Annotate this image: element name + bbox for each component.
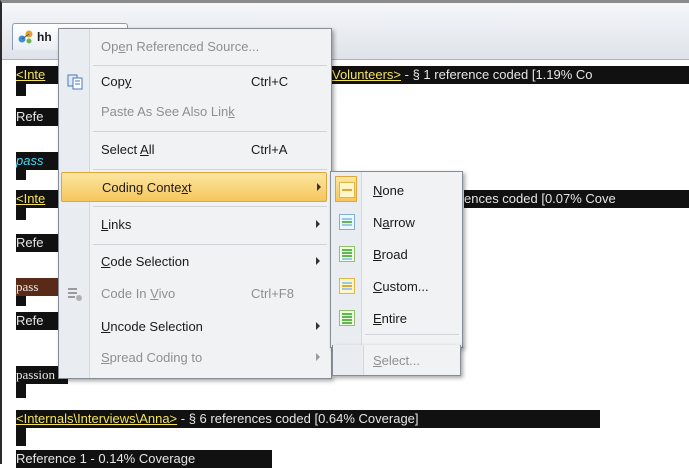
spacer-block [16, 170, 26, 180]
copy-icon [67, 74, 83, 90]
menu-item-label: Links [101, 217, 132, 232]
source-header-row: Volunteers> - § 1 reference coded [1.19%… [332, 66, 689, 84]
context-custom-icon [339, 278, 355, 294]
menu-separator [93, 244, 327, 245]
source-header-fragment: <Inte [16, 190, 60, 208]
submenu-arrow-icon [316, 353, 320, 361]
passage-text: passion [16, 367, 55, 382]
coding-summary: ences coded [0.07% Cove [464, 191, 616, 206]
menu-separator [93, 206, 327, 207]
reference-text: Refe [16, 235, 44, 250]
passage-fragment: pass [16, 278, 60, 296]
menu-item-shortcut: Ctrl+C [251, 74, 289, 89]
reference-text: Refe [16, 313, 44, 328]
context-narrow-icon [339, 214, 355, 230]
context-none-icon [339, 182, 355, 198]
context-broad-icon [339, 246, 355, 262]
menu-item-label: Paste As See Also Link [101, 104, 235, 119]
reference-fragment: Refe [16, 234, 60, 252]
submenu-item-label: Broad [373, 247, 408, 262]
spacer-block [16, 428, 26, 446]
passage-text: pass [16, 279, 39, 294]
menu-separator [93, 169, 327, 170]
code-in-vivo-icon [68, 288, 82, 301]
submenu-item-custom[interactable]: Custom... [333, 271, 459, 301]
submenu-item-label: Narrow [373, 215, 415, 230]
submenu-item-none[interactable]: None [333, 175, 459, 205]
menu-item-copy[interactable]: Copy Ctrl+C [61, 67, 327, 97]
menu-item-links[interactable]: Links [61, 210, 327, 240]
menu-icon-gutter [333, 345, 364, 375]
menu-item-coding-context[interactable]: Coding Context [61, 172, 327, 202]
spacer-block [16, 84, 26, 96]
submenu-item-label: Select... [373, 353, 420, 368]
submenu-item-select[interactable] [333, 314, 459, 344]
coding-context-submenu: None Narrow Broad Custom... Entire [330, 171, 463, 348]
source-link-fragment[interactable]: <Inte [16, 191, 45, 206]
context-menu: Open Referenced Source... Copy Ctrl+C Pa… [58, 28, 332, 379]
menu-separator [93, 65, 327, 66]
menu-item-label: Select All [101, 142, 155, 157]
submenu-arrow-icon [316, 322, 320, 330]
source-header-fragment: <Inte [16, 66, 60, 84]
submenu-item-label: Custom... [373, 279, 429, 294]
coding-summary: - § 6 references coded [0.64% Coverage] [177, 411, 419, 426]
reference-row: Reference 1 - 0.14% Coverage [16, 450, 272, 468]
menu-separator [93, 131, 327, 132]
submenu-arrow-icon [317, 183, 321, 191]
source-header-row: <Internals\Interviews\Anna> - § 6 refere… [16, 410, 600, 428]
submenu-item-select-row[interactable]: Select... [332, 345, 461, 376]
source-link[interactable]: <Internals\Interviews\Anna> [16, 411, 177, 426]
menu-item-label: Code In Vivo [101, 286, 176, 301]
submenu-arrow-icon [316, 257, 320, 265]
submenu-item-broad[interactable]: Broad [333, 239, 459, 269]
spacer-block [16, 208, 26, 220]
nodes-icon [18, 30, 33, 44]
menu-item-label: Open Referenced Source... [101, 39, 260, 54]
menu-item-open-referenced-source[interactable]: Open Referenced Source... [61, 32, 327, 62]
menu-item-uncode-selection[interactable]: Uncode Selection [61, 312, 327, 342]
submenu-item-label: None [373, 183, 405, 198]
menu-item-label: Uncode Selection [101, 319, 203, 334]
coding-summary: - § 1 reference coded [1.19% Co [401, 67, 593, 82]
passage-text: pass [16, 153, 44, 168]
menu-item-shortcut: Ctrl+F8 [251, 286, 294, 301]
passage-fragment: pass [16, 152, 60, 170]
submenu-item-narrow[interactable]: Narrow [333, 207, 459, 237]
menu-item-spread-coding-to[interactable]: Spread Coding to [61, 343, 327, 373]
menu-item-label: Code Selection [101, 254, 190, 269]
spacer-block [16, 384, 26, 398]
source-header-row: ences coded [0.07% Cove [464, 190, 689, 208]
menu-item-label: Copy [101, 74, 132, 89]
menu-item-label: Spread Coding to [101, 350, 203, 365]
tab-label: hh [37, 30, 52, 44]
reference-text: Refe [16, 109, 44, 124]
spacer-block [16, 296, 26, 306]
source-link-fragment[interactable]: <Inte [16, 67, 45, 82]
reference-fragment: Refe [16, 312, 60, 330]
reference-fragment: Refe [16, 108, 60, 126]
menu-item-label: Coding Context [102, 180, 192, 195]
source-link[interactable]: Volunteers> [332, 67, 401, 82]
menu-item-code-selection[interactable]: Code Selection [61, 247, 327, 277]
submenu-arrow-icon [316, 220, 320, 228]
menu-item-select-all[interactable]: Select All Ctrl+A [61, 135, 327, 165]
menu-item-shortcut: Ctrl+A [251, 142, 288, 157]
menu-item-paste-see-also-link[interactable]: Paste As See Also Link [61, 97, 327, 127]
menu-item-code-in-vivo[interactable]: Code In Vivo Ctrl+F8 [61, 279, 327, 309]
